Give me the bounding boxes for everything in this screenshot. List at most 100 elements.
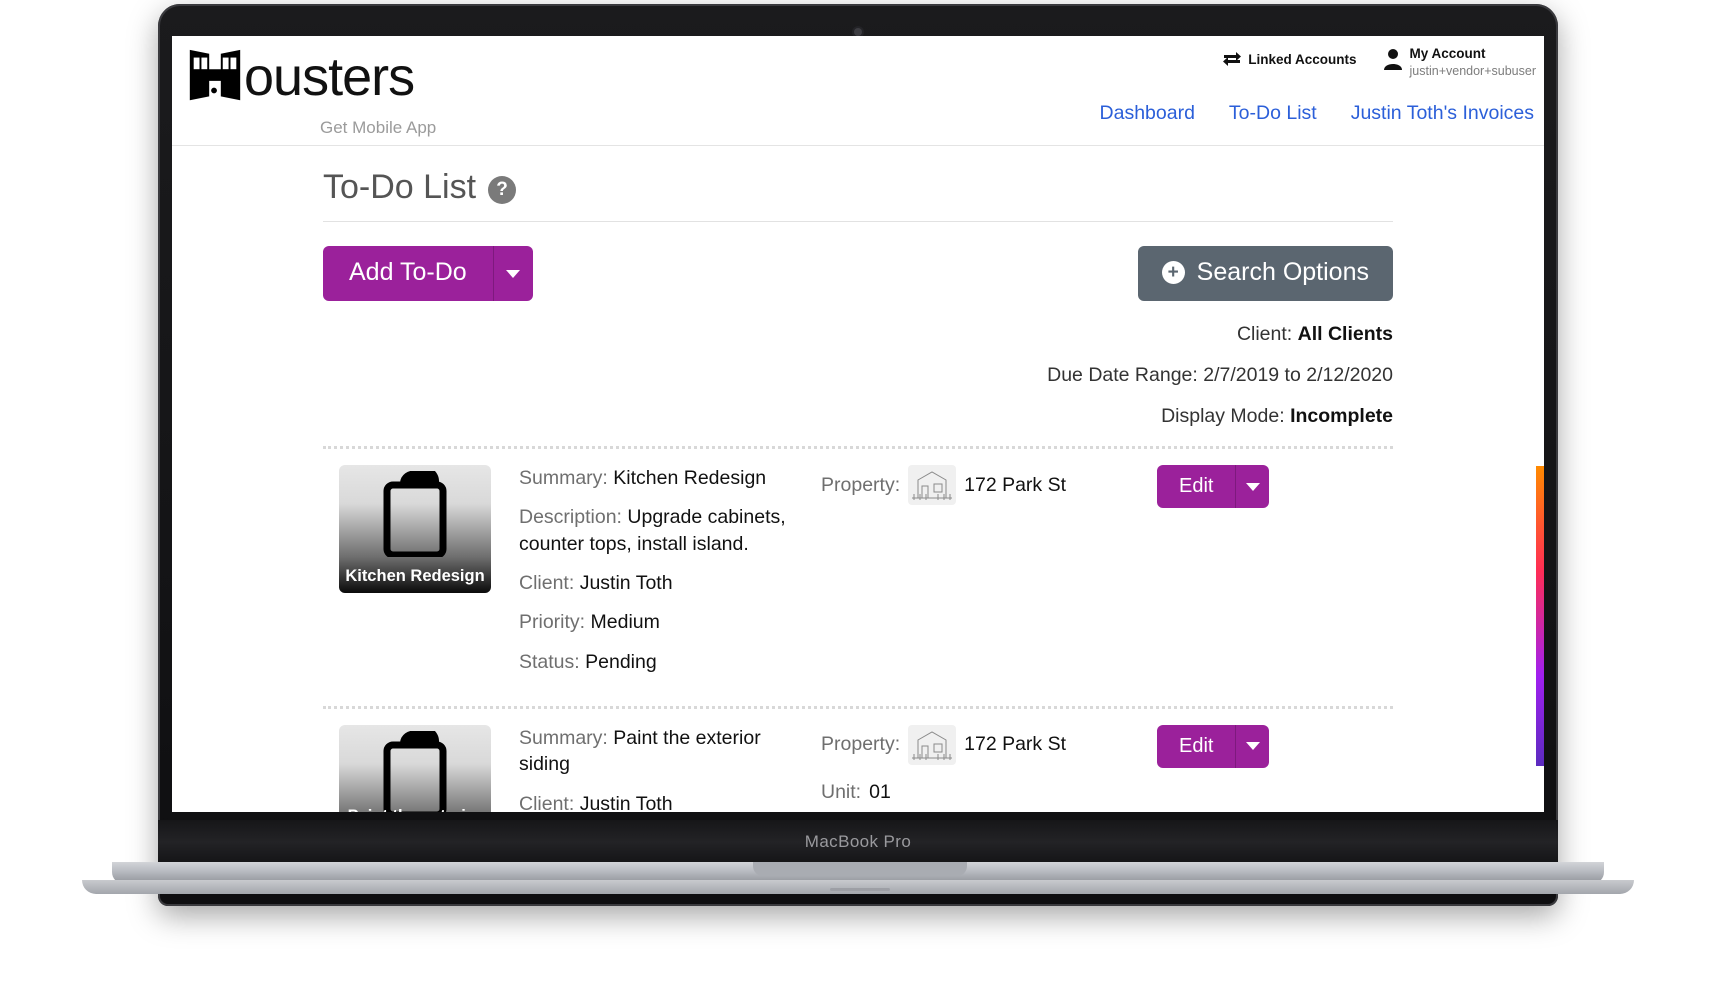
todo-status-value: Pending bbox=[585, 650, 657, 673]
todo-actions: Edit bbox=[1129, 465, 1379, 508]
todo-priority-value: Medium bbox=[590, 611, 660, 634]
brand-logo[interactable]: ousters bbox=[184, 44, 415, 107]
filter-due-value: 2/7/2019 to 2/12/2020 bbox=[1203, 364, 1393, 386]
search-options-label: Search Options bbox=[1196, 258, 1369, 286]
get-mobile-app-link[interactable]: Get Mobile App bbox=[320, 118, 436, 138]
todo-client-label: Client: bbox=[519, 792, 575, 813]
property-thumbnail[interactable] bbox=[908, 724, 957, 765]
todo-status: Status: Pending bbox=[519, 649, 809, 675]
nav-invoices[interactable]: Justin Toth's Invoices bbox=[1351, 102, 1534, 125]
nav-dashboard[interactable]: Dashboard bbox=[1100, 102, 1195, 125]
main-nav: Dashboard To-Do List Justin Toth's Invoi… bbox=[1100, 102, 1534, 125]
user-avatar-icon bbox=[1383, 49, 1402, 70]
page-title: To-Do List bbox=[323, 168, 477, 206]
todo-summary-label: Summary: bbox=[519, 467, 608, 489]
todo-priority: Priority: Medium bbox=[519, 609, 809, 635]
site-header: ousters Get Mobile App Linked Accounts M… bbox=[172, 36, 1544, 146]
todo-unit-label: Unit: bbox=[821, 780, 862, 803]
todo-summary: Summary: Kitchen Redesign bbox=[519, 465, 809, 491]
linked-accounts-label: Linked Accounts bbox=[1248, 51, 1357, 67]
table-row: Kitchen Redesign Summary: Kitchen Redesi… bbox=[323, 449, 1393, 706]
todo-details: Summary: Kitchen Redesign Description: U… bbox=[509, 465, 809, 688]
todo-thumbnail-caption: Paint the exterior siding bbox=[339, 806, 491, 812]
clipboard-icon bbox=[383, 471, 447, 557]
todo-property-cell: Property: bbox=[809, 724, 1129, 812]
chevron-down-icon bbox=[506, 269, 521, 278]
todo-summary-label: Summary: bbox=[519, 726, 608, 749]
todo-unit-value: 01 bbox=[869, 780, 891, 803]
page-body: To-Do List ? Add To-Do + Search Options bbox=[172, 146, 1544, 812]
todo-thumbnail-caption: Kitchen Redesign bbox=[345, 567, 485, 586]
webcam-icon bbox=[854, 28, 862, 36]
todo-priority-label: Priority: bbox=[519, 611, 586, 634]
edit-dropdown-toggle[interactable] bbox=[1235, 724, 1270, 768]
filter-due-date-range: Due Date Range: 2/7/2019 to 2/12/2020 bbox=[323, 364, 1393, 387]
todo-status-label: Status: bbox=[519, 650, 580, 673]
add-todo-button[interactable]: Add To-Do bbox=[323, 246, 493, 301]
todo-property: Property: 172 Park St bbox=[821, 465, 1129, 505]
filter-display-mode: Display Mode: Incomplete bbox=[323, 405, 1393, 428]
todo-thumbnail[interactable]: Kitchen Redesign bbox=[339, 465, 491, 593]
todo-client-value: Justin Toth bbox=[579, 792, 673, 813]
todo-client-value: Justin Toth bbox=[579, 571, 673, 594]
todo-unit: Unit: 01 bbox=[821, 781, 1129, 804]
active-filters: Client: All Clients Due Date Range: 2/7/… bbox=[323, 323, 1393, 428]
page-title-row: To-Do List ? bbox=[323, 168, 1393, 221]
todo-description: Description: Upgrade cabinets, counter t… bbox=[519, 504, 809, 557]
brand-wordmark: ousters bbox=[244, 47, 415, 107]
house-line-icon bbox=[912, 731, 953, 760]
todo-client-label: Client: bbox=[519, 571, 575, 594]
house-h-icon bbox=[189, 49, 241, 101]
my-account-label: My Account bbox=[1409, 46, 1486, 61]
filter-mode-label: Display Mode: bbox=[1161, 405, 1285, 427]
todo-details: Summary: Paint the exterior siding Clien… bbox=[509, 725, 809, 812]
edit-button[interactable]: Edit bbox=[1157, 465, 1236, 508]
device-label: MacBook Pro bbox=[804, 832, 912, 851]
todo-summary: Summary: Paint the exterior siding bbox=[519, 725, 809, 778]
table-row: Paint the exterior siding Summary: Paint… bbox=[323, 709, 1393, 812]
linked-accounts-icon bbox=[1223, 52, 1242, 66]
todo-property: Property: 172 Park St bbox=[821, 724, 1129, 765]
filter-client-value: All Clients bbox=[1297, 323, 1393, 345]
add-todo-dropdown-toggle[interactable] bbox=[492, 246, 533, 301]
header-right-actions: Linked Accounts My Account justin+vendor… bbox=[1222, 46, 1536, 78]
laptop-base-bottom bbox=[82, 880, 1634, 894]
todo-client: Client: Justin Toth bbox=[519, 791, 809, 813]
house-line-icon bbox=[912, 471, 953, 500]
todo-actions: Edit bbox=[1129, 724, 1379, 768]
todo-property-cell: Property: bbox=[809, 465, 1129, 521]
add-todo-button-group: Add To-Do bbox=[323, 246, 533, 301]
filter-client-label: Client: bbox=[1236, 323, 1293, 345]
todo-list: Kitchen Redesign Summary: Kitchen Redesi… bbox=[323, 446, 1393, 812]
property-thumbnail[interactable] bbox=[908, 465, 957, 505]
todo-property-value: 172 Park St bbox=[964, 473, 1067, 496]
todo-summary-value: Kitchen Redesign bbox=[613, 467, 767, 489]
laptop-notch bbox=[753, 862, 967, 876]
laptop-base-seam bbox=[830, 888, 890, 891]
search-options-button[interactable]: + Search Options bbox=[1137, 246, 1393, 301]
edit-button[interactable]: Edit bbox=[1157, 724, 1236, 768]
chevron-down-icon bbox=[1245, 742, 1260, 751]
account-username: justin+vendor+subuser bbox=[1409, 63, 1536, 78]
filter-client: Client: All Clients bbox=[323, 323, 1393, 346]
plus-circle-icon: + bbox=[1161, 261, 1185, 284]
filter-due-label: Due Date Range: bbox=[1047, 364, 1198, 386]
todo-thumbnail[interactable]: Paint the exterior siding bbox=[339, 724, 491, 812]
todo-description-label: Description: bbox=[519, 506, 622, 529]
todo-property-label: Property: bbox=[821, 733, 901, 756]
toolbar: Add To-Do + Search Options bbox=[323, 222, 1393, 301]
linked-accounts-button[interactable]: Linked Accounts bbox=[1222, 51, 1357, 67]
todo-thumbnail-cell: Kitchen Redesign bbox=[339, 465, 509, 593]
todo-client: Client: Justin Toth bbox=[519, 570, 809, 596]
chevron-down-icon bbox=[1245, 482, 1260, 491]
help-icon[interactable]: ? bbox=[488, 176, 517, 204]
nav-todo-list[interactable]: To-Do List bbox=[1229, 102, 1317, 125]
edit-dropdown-toggle[interactable] bbox=[1235, 465, 1270, 508]
todo-thumbnail-cell: Paint the exterior siding bbox=[339, 724, 509, 812]
screenshot-root: ousters Get Mobile App Linked Accounts M… bbox=[0, 0, 1720, 1002]
my-account-button[interactable]: My Account justin+vendor+subuser bbox=[1383, 46, 1536, 78]
todo-property-label: Property: bbox=[821, 473, 901, 496]
todo-property-value: 172 Park St bbox=[964, 733, 1067, 756]
laptop-chin: MacBook Pro bbox=[158, 820, 1558, 864]
filter-mode-value: Incomplete bbox=[1290, 405, 1393, 427]
